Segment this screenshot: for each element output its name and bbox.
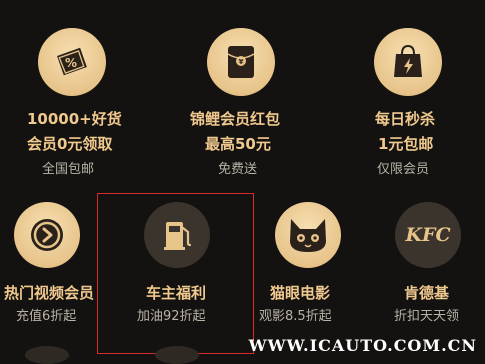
item-subtitle: 免费送 (218, 162, 258, 177)
highlight-box (97, 193, 254, 354)
item-title: 锦鲤会员红包 (190, 110, 281, 128)
item-title: 猫眼电影 (270, 284, 331, 302)
item-subtitle: 仅限会员 (377, 162, 430, 177)
kfc-icon: KFC (395, 202, 461, 268)
svg-text:%: % (65, 56, 77, 70)
item-title: 每日秒杀 (375, 110, 436, 128)
kfc-logo-text: KFC (405, 224, 451, 246)
cat-face-icon (275, 202, 341, 268)
video-play-icon (14, 202, 80, 268)
red-envelope-icon: ¥ (207, 28, 275, 96)
item-line2: 1元包邮 (378, 135, 434, 153)
item-title: 肯德基 (404, 284, 450, 302)
item-title: 10000+好货 (27, 110, 122, 128)
item-subtitle: 全国包邮 (42, 162, 95, 177)
partial-icon (25, 346, 69, 364)
item-line2: 最高50元 (205, 135, 271, 153)
item-subtitle: 观影8.5折起 (259, 309, 332, 324)
flash-sale-bag-icon (374, 28, 442, 96)
item-line2: 会员0元领取 (27, 135, 113, 153)
watermark: WWW.ICAUTO.COM.CN (248, 336, 477, 355)
partial-icon (155, 346, 199, 364)
svg-text:¥: ¥ (239, 58, 244, 66)
item-subtitle: 充值6折起 (16, 309, 77, 324)
item-subtitle: 折扣天天领 (394, 309, 460, 324)
coupon-icon: % (38, 28, 106, 96)
item-title: 热门视频会员 (4, 284, 95, 302)
